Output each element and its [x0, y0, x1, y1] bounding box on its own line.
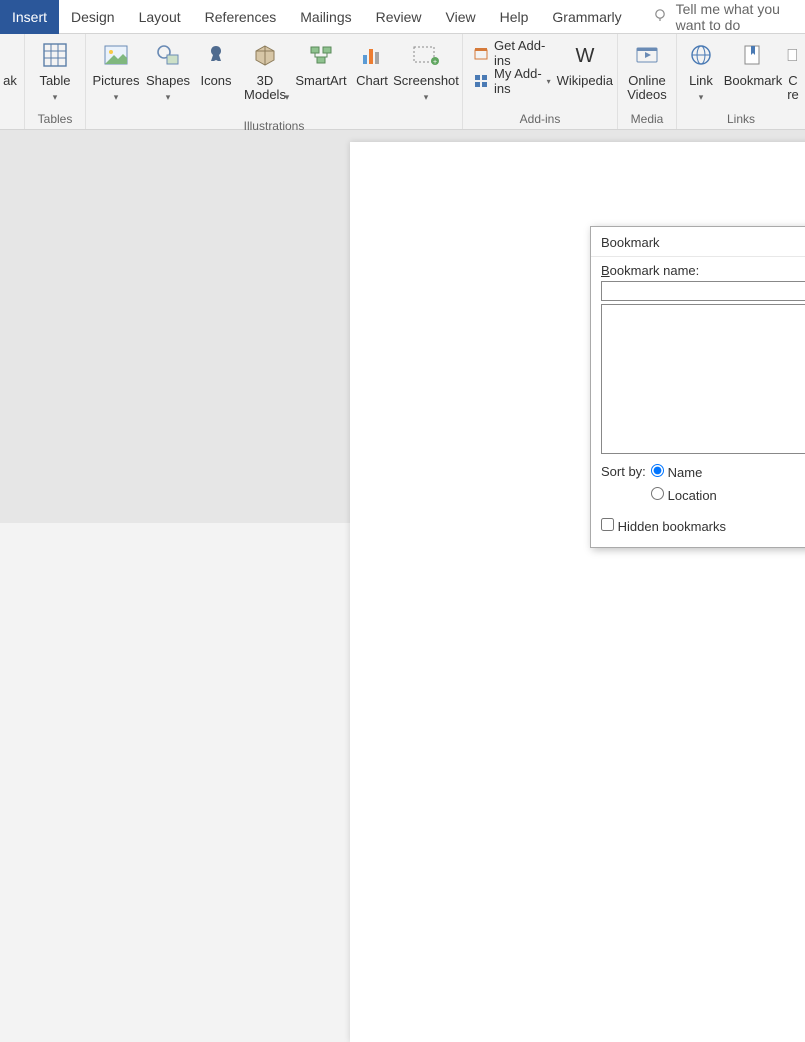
- sort-location-radio-input[interactable]: [651, 487, 664, 500]
- smartart-icon: [306, 40, 336, 70]
- chevron-down-icon: ▾: [547, 77, 551, 86]
- chevron-down-icon: ▾: [53, 90, 58, 104]
- group-label-media: Media: [622, 111, 672, 129]
- lightbulb-icon: [652, 7, 668, 26]
- my-addins-button[interactable]: My Add-ins ▾: [473, 70, 551, 92]
- online-videos-label: Online Videos: [627, 74, 667, 102]
- tab-review[interactable]: Review: [364, 0, 434, 34]
- smartart-button[interactable]: SmartArt: [292, 36, 350, 88]
- sort-by-name-radio[interactable]: Name: [651, 464, 717, 480]
- sort-by-label: Sort by:: [601, 464, 651, 479]
- screenshot-button[interactable]: + Screenshot ▾: [394, 36, 458, 104]
- table-button[interactable]: Table ▾: [29, 36, 81, 104]
- bookmark-list[interactable]: [601, 304, 805, 454]
- screenshot-label: Screenshot: [393, 74, 459, 88]
- store-icon: [473, 44, 489, 62]
- link-label: Link: [689, 74, 713, 88]
- tab-references[interactable]: References: [193, 0, 289, 34]
- sort-name-radio-label: Name: [668, 465, 703, 480]
- video-icon: [632, 40, 662, 70]
- group-label-tables: Tables: [29, 111, 81, 129]
- 3d-models-button[interactable]: 3D Models ▾: [238, 36, 292, 118]
- cross-reference-icon: [778, 40, 805, 70]
- tab-view[interactable]: View: [434, 0, 488, 34]
- get-addins-label: Get Add-ins: [494, 38, 551, 68]
- bookmark-name-label: Bookmark name:: [601, 263, 805, 278]
- cross-reference-button[interactable]: C re: [785, 36, 801, 102]
- table-label: Table: [39, 74, 70, 88]
- get-addins-button[interactable]: Get Add-ins: [473, 42, 551, 64]
- tab-mailings[interactable]: Mailings: [288, 0, 363, 34]
- chevron-down-icon: ▾: [114, 90, 119, 104]
- tab-grammarly[interactable]: Grammarly: [540, 0, 633, 34]
- table-icon: [40, 40, 70, 70]
- chart-label: Chart: [356, 74, 388, 88]
- screenshot-icon: +: [411, 40, 441, 70]
- smartart-label: SmartArt: [295, 74, 346, 88]
- cross-reference-label: C re: [787, 74, 799, 102]
- tab-design[interactable]: Design: [59, 0, 127, 34]
- tell-me-search[interactable]: Tell me what you want to do: [652, 1, 805, 33]
- 3d-models-icon: [250, 40, 280, 70]
- tab-bar: Insert Design Layout References Mailings…: [0, 0, 805, 34]
- icons-label: Icons: [200, 74, 231, 88]
- chevron-down-icon: ▾: [166, 90, 171, 104]
- group-label-addins: Add-ins: [467, 111, 613, 129]
- tab-help[interactable]: Help: [488, 0, 541, 34]
- sort-location-radio-label: Location: [668, 488, 717, 503]
- hidden-bookmarks-checkbox-input[interactable]: [601, 518, 614, 531]
- dialog-title: Bookmark: [591, 227, 805, 257]
- bookmark-label: Bookmark: [724, 74, 783, 88]
- chevron-down-icon: ▾: [699, 90, 704, 104]
- shapes-button[interactable]: Shapes ▾: [142, 36, 194, 104]
- bookmark-button[interactable]: Bookmark: [721, 36, 785, 88]
- shapes-icon: [153, 40, 183, 70]
- group-label-links: Links: [681, 111, 801, 129]
- tab-layout[interactable]: Layout: [127, 0, 193, 34]
- bookmark-name-input[interactable]: [601, 281, 805, 301]
- link-button[interactable]: Link ▾: [681, 36, 721, 104]
- sort-name-radio-input[interactable]: [651, 464, 664, 477]
- my-addins-label: My Add-ins: [494, 66, 543, 96]
- chart-button[interactable]: Chart: [350, 36, 394, 88]
- shapes-label: Shapes: [146, 74, 190, 88]
- svg-text:+: +: [433, 59, 437, 66]
- sort-by-location-radio[interactable]: Location: [651, 487, 717, 503]
- bookmark-icon: [738, 40, 768, 70]
- link-icon: [686, 40, 716, 70]
- pictures-label: Pictures: [93, 74, 140, 88]
- page-break-icon: [0, 40, 25, 70]
- hidden-bookmarks-checkbox[interactable]: Hidden bookmarks: [601, 518, 805, 534]
- wikipedia-icon: W: [570, 40, 600, 70]
- group-label-pages: [0, 111, 20, 129]
- tab-insert[interactable]: Insert: [0, 0, 59, 34]
- page-break-button[interactable]: ak: [0, 36, 20, 88]
- addins-icon: [473, 72, 489, 90]
- 3d-models-label: 3D Models: [244, 74, 286, 102]
- tell-me-label: Tell me what you want to do: [676, 1, 805, 33]
- chevron-down-icon: ▾: [424, 90, 429, 104]
- chart-icon: [357, 40, 387, 70]
- wikipedia-button[interactable]: W Wikipedia: [557, 36, 613, 88]
- hidden-bookmarks-label: Hidden bookmarks: [618, 519, 726, 534]
- wikipedia-label: Wikipedia: [557, 74, 613, 88]
- pictures-button[interactable]: Pictures ▾: [90, 36, 142, 104]
- ribbon: ak Table ▾ Tables Pictures ▾: [0, 34, 805, 130]
- pictures-icon: [101, 40, 131, 70]
- chevron-down-icon: ▾: [285, 90, 290, 104]
- page-break-label: ak: [3, 74, 17, 88]
- svg-text:W: W: [575, 45, 594, 67]
- icons-button[interactable]: Icons: [194, 36, 238, 88]
- bookmark-dialog: Bookmark Bookmark name: Sort by: Name Lo…: [590, 226, 805, 548]
- online-videos-button[interactable]: Online Videos: [622, 36, 672, 102]
- icons-icon: [201, 40, 231, 70]
